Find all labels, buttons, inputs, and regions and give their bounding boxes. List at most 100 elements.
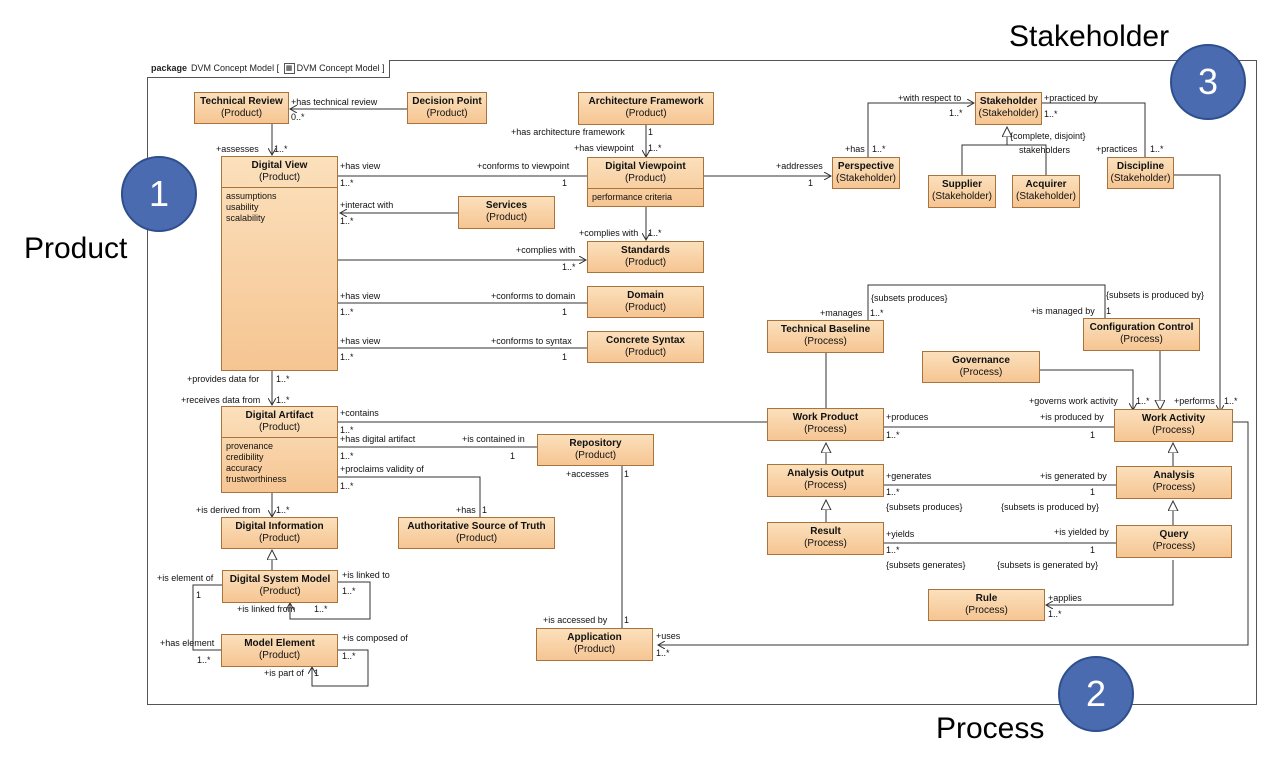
assoc-label: +has element <box>160 638 215 648</box>
assoc-label: +provides data for <box>187 374 260 384</box>
assoc-label: +has <box>456 505 476 515</box>
assoc-label: +practices <box>1096 144 1138 154</box>
class-authoritative-source-of-truth[interactable]: Authoritative Source of Truth (Product) <box>398 517 555 549</box>
assoc-label: +is generated by <box>1040 471 1107 481</box>
class-digital-viewpoint[interactable]: Digital Viewpoint (Product) performance c… <box>587 157 704 207</box>
class-application[interactable]: Application (Product) <box>536 628 653 661</box>
assoc-label: +addresses <box>776 161 823 171</box>
multiplicity-label: 1..* <box>949 108 963 118</box>
multiplicity-label: 1..* <box>886 430 900 440</box>
subsets-label: {subsets generates} <box>886 560 966 570</box>
class-result[interactable]: Result (Process) <box>767 522 884 555</box>
class-query[interactable]: Query (Process) <box>1116 525 1232 558</box>
class-domain[interactable]: Domain (Product) <box>587 286 704 318</box>
class-technical-review[interactable]: Technical Review (Product) <box>194 92 289 124</box>
class-standards[interactable]: Standards (Product) <box>587 241 704 273</box>
assoc-label: +yields <box>886 529 915 539</box>
multiplicity-label: 1..* <box>870 308 884 318</box>
assoc-label: +has view <box>340 291 381 301</box>
assoc-label: +proclaims validity of <box>340 464 424 474</box>
assoc-label: +has architecture framework <box>511 127 625 137</box>
badge-1: 1 <box>121 156 197 232</box>
assoc-label: +is linked to <box>342 570 390 580</box>
class-perspective[interactable]: Perspective (Stakeholder) <box>832 157 900 189</box>
class-digital-view[interactable]: Digital View (Product) assumptions usabili… <box>221 156 338 371</box>
class-acquirer[interactable]: Acquirer (Stakeholder) <box>1012 175 1080 208</box>
assoc-label: +produces <box>886 412 929 422</box>
badge-3: 3 <box>1170 44 1246 120</box>
assoc-label: +is composed of <box>342 633 408 643</box>
class-concrete-syntax[interactable]: Concrete Syntax (Product) <box>587 331 704 363</box>
assoc-label: +with respect to <box>898 93 962 103</box>
multiplicity-label: 1 <box>196 590 202 600</box>
multiplicity-label: 1..* <box>1044 109 1058 119</box>
multiplicity-label: 1..* <box>340 178 354 188</box>
assoc-label: +is produced by <box>1040 412 1104 422</box>
multiplicity-label: 0..* <box>291 112 305 122</box>
class-digital-system-model[interactable]: Digital System Model (Product) <box>222 570 338 603</box>
assoc-label: +conforms to syntax <box>491 336 572 346</box>
class-supplier[interactable]: Supplier (Stakeholder) <box>928 175 996 208</box>
class-services[interactable]: Services (Product) <box>458 196 555 229</box>
multiplicity-label: 1..* <box>274 144 288 154</box>
assoc-label: +interact with <box>340 200 394 210</box>
class-repository[interactable]: Repository (Product) <box>537 434 654 466</box>
assoc-label: +governs work activity <box>1029 396 1118 406</box>
multiplicity-label: 1 <box>1106 306 1112 316</box>
class-work-activity[interactable]: Work Activity (Process) <box>1114 409 1233 442</box>
multiplicity-label: 1 <box>510 451 516 461</box>
badge-2: 2 <box>1058 656 1134 732</box>
assoc-label: +assesses <box>216 144 259 154</box>
assoc-label: +has view <box>340 336 381 346</box>
multiplicity-label: 1..* <box>648 228 662 238</box>
assoc-label: +is accessed by <box>543 615 608 625</box>
assoc-label: +has technical review <box>291 97 378 107</box>
class-model-element[interactable]: Model Element (Product) <box>221 634 338 667</box>
region-label-stakeholder: Stakeholder <box>1009 20 1170 53</box>
subsets-label: {subsets produces} <box>886 502 963 512</box>
multiplicity-label: 1..* <box>648 143 662 153</box>
multiplicity-label: 1..* <box>340 481 354 491</box>
class-rule[interactable]: Rule (Process) <box>928 589 1045 621</box>
multiplicity-label: 1 <box>648 127 654 137</box>
region-label-product: Product <box>24 232 128 265</box>
class-stakeholder[interactable]: Stakeholder (Stakeholder) <box>975 92 1042 125</box>
assoc-label: +complies with <box>579 228 639 238</box>
class-decision-point[interactable]: Decision Point (Product) <box>407 92 487 124</box>
subsets-label: {subsets produces} <box>871 293 948 303</box>
multiplicity-label: 1..* <box>1224 396 1238 406</box>
class-configuration-control[interactable]: Configuration Control (Process) <box>1083 318 1200 351</box>
assoc-label: +manages <box>820 308 863 318</box>
class-analysis[interactable]: Analysis (Process) <box>1116 466 1232 499</box>
class-digital-information[interactable]: Digital Information (Product) <box>221 517 338 549</box>
assoc-label: +is contained in <box>462 434 525 444</box>
multiplicity-label: 1 <box>808 178 814 188</box>
multiplicity-label: 1..* <box>276 505 290 515</box>
multiplicity-label: 1 <box>562 178 568 188</box>
class-technical-baseline[interactable]: Technical Baseline (Process) <box>767 320 884 353</box>
assoc-label: +conforms to viewpoint <box>477 161 570 171</box>
assoc-label: +conforms to domain <box>491 291 576 301</box>
subsets-label: {subsets is produced by} <box>1001 502 1100 512</box>
multiplicity-label: 1 <box>562 352 568 362</box>
region-label-process: Process <box>936 712 1045 745</box>
multiplicity-label: 1 <box>562 307 568 317</box>
multiplicity-label: 1 <box>624 469 630 479</box>
multiplicity-label: 1..* <box>1150 144 1164 154</box>
multiplicity-label: 1..* <box>1048 609 1062 619</box>
assoc-label: +has <box>845 144 865 154</box>
class-work-product[interactable]: Work Product (Process) <box>767 408 884 441</box>
digital-artifact-attributes: provenance credibility accuracy trustworthi… <box>226 441 287 484</box>
digital-viewpoint-attributes: performance criteria <box>592 192 673 202</box>
class-discipline[interactable]: Discipline (Stakeholder) <box>1107 157 1174 189</box>
multiplicity-label: 1..* <box>342 586 356 596</box>
multiplicity-label: 1..* <box>886 487 900 497</box>
class-governance[interactable]: Governance (Process) <box>922 351 1040 383</box>
multiplicity-label: 1 <box>1090 487 1096 497</box>
class-analysis-output[interactable]: Analysis Output (Process) <box>767 464 884 497</box>
assoc-label: +performs <box>1174 396 1215 406</box>
class-architecture-framework[interactable]: Architecture Framework (Product) <box>578 92 714 125</box>
class-digital-artifact[interactable]: Digital Artifact (Product) provenance cred… <box>221 406 338 493</box>
assoc-label: +is element of <box>157 573 214 583</box>
multiplicity-label: 1..* <box>342 651 356 661</box>
